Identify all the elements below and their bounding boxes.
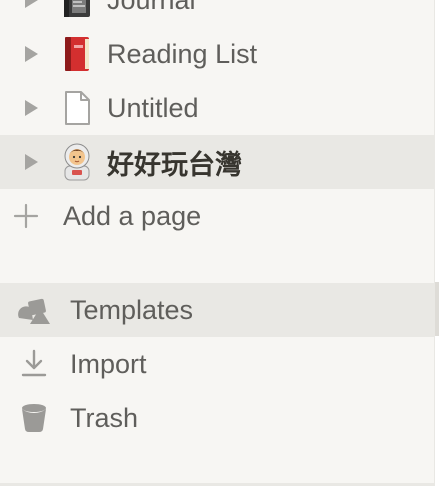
import-label: Import — [70, 348, 147, 379]
sidebar-page-active[interactable]: 好好玩台灣 — [0, 135, 434, 189]
sidebar-page-label: Untitled — [107, 92, 199, 123]
trash-button[interactable]: Trash — [0, 391, 434, 445]
sidebar-page-label: 好好玩台灣 — [107, 149, 242, 180]
sidebar-page-reading-list[interactable]: Reading List — [0, 27, 434, 81]
sidebar-resize-edge[interactable] — [434, 0, 446, 486]
scrollbar-thumb[interactable] — [435, 282, 439, 336]
sidebar: Journal Reading List Untitled — [0, 0, 434, 486]
plus-icon — [6, 196, 46, 236]
sidebar-page-label: Reading List — [107, 38, 258, 69]
expand-toggle-icon[interactable] — [22, 152, 40, 172]
trash-icon — [14, 398, 54, 438]
add-page-button[interactable]: Add a page — [0, 189, 434, 243]
import-icon — [14, 344, 54, 384]
journal-book-icon — [58, 0, 96, 21]
sidebar-page-label: Journal — [107, 0, 196, 16]
blank-page-icon — [58, 87, 96, 129]
sidebar-page-journal[interactable]: Journal — [0, 0, 434, 27]
import-button[interactable]: Import — [0, 337, 434, 391]
expand-toggle-icon[interactable] — [22, 44, 40, 64]
expand-toggle-icon[interactable] — [22, 0, 40, 10]
add-page-label: Add a page — [63, 200, 202, 231]
templates-label: Templates — [70, 294, 194, 325]
red-book-icon — [58, 33, 96, 75]
sidebar-page-untitled[interactable]: Untitled — [0, 81, 434, 135]
templates-button[interactable]: Templates — [0, 283, 434, 337]
expand-toggle-icon[interactable] — [22, 98, 40, 118]
trash-label: Trash — [70, 402, 139, 433]
astronaut-emoji-icon — [58, 141, 96, 183]
templates-icon — [14, 290, 54, 330]
